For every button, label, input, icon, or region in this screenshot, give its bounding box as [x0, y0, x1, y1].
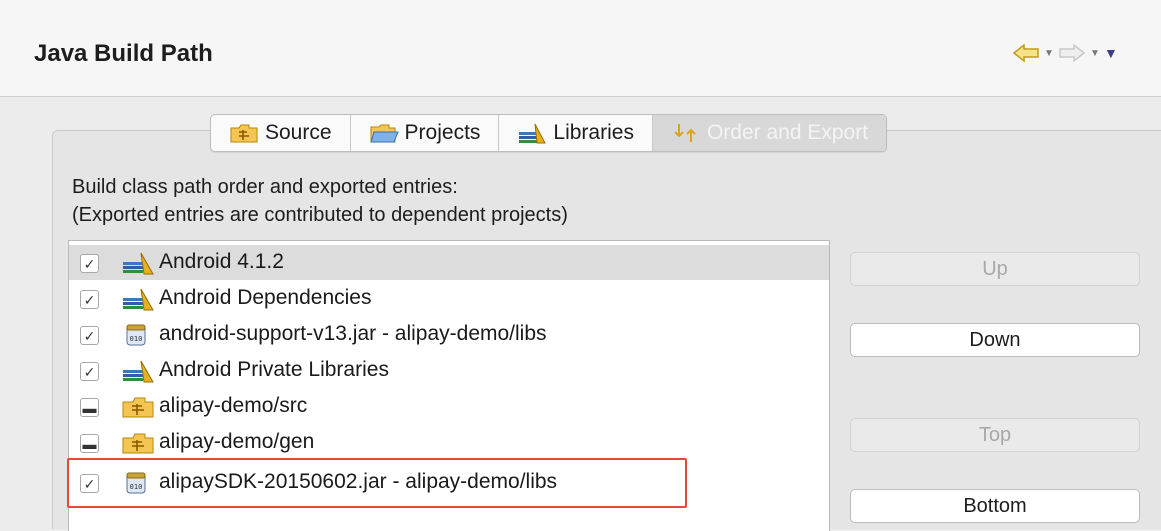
- entry-label: android-support-v13.jar - alipay-demo/li…: [159, 322, 547, 345]
- tab-order-and-export[interactable]: Order and Export: [652, 115, 887, 151]
- export-checkbox[interactable]: ✓: [80, 362, 99, 381]
- forward-dropdown-icon[interactable]: ▼: [1090, 48, 1100, 59]
- source-folder-icon: [122, 433, 154, 454]
- projects-folder-icon: [369, 124, 399, 143]
- bottom-button[interactable]: Bottom: [850, 489, 1140, 523]
- list-item[interactable]: ▬ alipay-demo/src: [69, 389, 829, 424]
- down-button[interactable]: Down: [850, 323, 1140, 357]
- tab-label: Libraries: [553, 121, 634, 144]
- library-icon: [123, 360, 154, 383]
- svg-text:010: 010: [130, 335, 143, 343]
- jar-icon: 010: [126, 324, 146, 346]
- tab-label: Projects: [404, 121, 481, 144]
- export-checkbox[interactable]: ✓: [80, 254, 99, 273]
- highlight-box: [67, 458, 687, 508]
- library-icon: [123, 252, 154, 275]
- entry-label: alipay-demo/src: [159, 394, 308, 417]
- entry-label: Android 4.1.2: [159, 250, 284, 273]
- list-item[interactable]: ✓ Android Dependencies: [69, 281, 829, 316]
- tab-projects[interactable]: Projects: [351, 115, 500, 151]
- forward-arrow-icon[interactable]: [1058, 42, 1086, 64]
- export-checkbox[interactable]: ✓: [80, 326, 99, 345]
- back-dropdown-icon[interactable]: ▼: [1044, 48, 1054, 59]
- entry-label: Android Private Libraries: [159, 358, 389, 381]
- tab-label: Order and Export: [706, 121, 869, 144]
- up-button[interactable]: Up: [850, 252, 1140, 286]
- back-arrow-icon[interactable]: [1012, 42, 1040, 64]
- source-folder-icon: [230, 124, 258, 143]
- entry-label: alipay-demo/gen: [159, 430, 315, 453]
- list-item[interactable]: ✓ Android Private Libraries: [69, 353, 829, 388]
- tab-source[interactable]: Source: [211, 115, 351, 151]
- order-export-icon: [674, 124, 696, 142]
- description-line-2: (Exported entries are contributed to dep…: [72, 204, 568, 226]
- view-menu-icon[interactable]: ▼: [1104, 45, 1118, 61]
- page-title: Java Build Path: [34, 40, 213, 67]
- header: Java Build Path ▼ ▼ ▼: [0, 0, 1161, 97]
- export-checkbox[interactable]: ▬: [80, 398, 99, 417]
- tab-libraries[interactable]: Libraries: [499, 115, 653, 151]
- list-item[interactable]: ✓ Android 4.1.2: [69, 245, 829, 280]
- navigation-controls: ▼ ▼ ▼: [1012, 42, 1118, 64]
- tab-label: Source: [265, 121, 332, 144]
- description-line-1: Build class path order and exported entr…: [72, 176, 458, 198]
- build-path-tabs: Source Projects Libraries Order and Expo…: [210, 114, 888, 152]
- list-item[interactable]: ▬ alipay-demo/gen: [69, 425, 829, 460]
- top-button[interactable]: Top: [850, 418, 1140, 452]
- entry-label: Android Dependencies: [159, 286, 372, 309]
- list-item[interactable]: ✓ 010 android-support-v13.jar - alipay-d…: [69, 317, 829, 352]
- export-checkbox[interactable]: ✓: [80, 290, 99, 309]
- libraries-icon: [519, 123, 547, 144]
- source-folder-icon: [122, 397, 154, 418]
- export-checkbox[interactable]: ▬: [80, 434, 99, 453]
- library-icon: [123, 288, 154, 311]
